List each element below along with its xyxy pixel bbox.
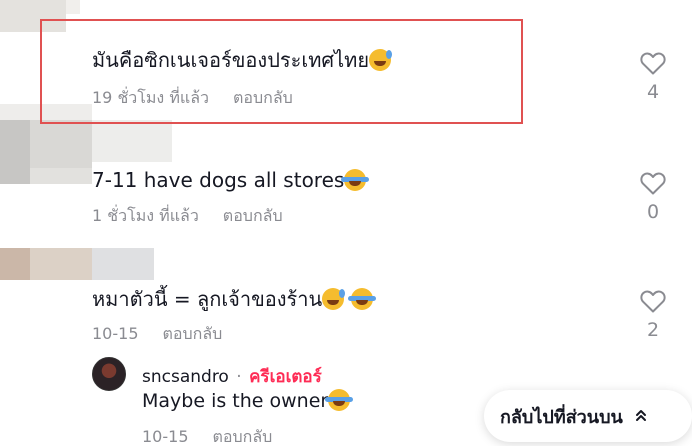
reply-button[interactable]: ตอบกลับ: [223, 206, 283, 225]
comment-meta: 19 ชั่วโมง ที่แล้ว ตอบกลับ: [92, 86, 293, 111]
avatar-fragment: [92, 120, 172, 162]
reply-button[interactable]: ตอบกลับ: [233, 88, 293, 107]
comment-text: 7-11 have dogs all stores: [92, 167, 370, 193]
tears-of-joy-emoji-icon: [325, 389, 354, 411]
creator-avatar[interactable]: [92, 357, 126, 391]
comment-timestamp: 10-15: [92, 324, 139, 343]
avatar-fragment: [66, 0, 80, 14]
reply-meta: 10-15 ตอบกลับ: [142, 425, 272, 446]
comment-text-body: มันคือซิกเนเจอร์ของประเทศไทย: [92, 48, 370, 72]
heart-outline-icon: [640, 172, 666, 195]
reply-text-body: Maybe is the owner: [142, 390, 329, 412]
reply-button[interactable]: ตอบกลับ: [163, 324, 223, 343]
comment-meta: 1 ชั่วโมง ที่แล้ว ตอบกลับ: [92, 204, 283, 229]
avatar[interactable]: [0, 248, 30, 280]
avatar-fragment: [30, 120, 92, 168]
reply-author-line: sncsandro · ครีเอเตอร์: [142, 363, 322, 390]
reply-timestamp: 10-15: [142, 427, 189, 446]
heart-outline-icon: [640, 52, 666, 75]
reply-author-name[interactable]: sncsandro: [142, 367, 229, 387]
comment-text-body: หมาตัวนี้ = ลูกเจ้าของร้าน: [92, 287, 323, 311]
avatar-fragment: [30, 168, 92, 184]
like-button[interactable]: 0: [633, 172, 673, 223]
like-count: 0: [646, 201, 660, 223]
like-button[interactable]: 4: [633, 52, 673, 103]
like-button[interactable]: 2: [633, 290, 673, 341]
like-count: 2: [646, 319, 660, 341]
creator-badge: ครีเอเตอร์: [249, 367, 322, 387]
comment-timestamp: 19 ชั่วโมง ที่แล้ว: [92, 88, 209, 107]
back-to-top-button[interactable]: กลับไปที่ส่วนบน: [484, 390, 692, 442]
comment-meta: 10-15 ตอบกลับ: [92, 322, 222, 347]
comment-text-body: 7-11 have dogs all stores: [92, 168, 345, 192]
separator-dot: ·: [236, 367, 242, 387]
avatar-fragment: [30, 248, 92, 280]
heart-outline-icon: [640, 290, 666, 313]
like-count: 4: [646, 81, 660, 103]
back-to-top-label: กลับไปที่ส่วนบน: [500, 406, 623, 428]
avatar-fragment: [92, 248, 154, 280]
grin-sweat-emoji-icon: [322, 288, 346, 310]
avatar[interactable]: [0, 120, 30, 184]
reply-text: Maybe is the owner: [142, 388, 354, 414]
tears-of-joy-emoji-icon: [347, 288, 376, 310]
comment-text: มันคือซิกเนเจอร์ของประเทศไทย: [92, 47, 393, 73]
comment-timestamp: 1 ชั่วโมง ที่แล้ว: [92, 206, 199, 225]
comment-text: หมาตัวนี้ = ลูกเจ้าของร้าน: [92, 286, 376, 312]
double-chevron-up-icon: [635, 407, 647, 426]
grin-sweat-emoji-icon: [369, 49, 393, 71]
rolling-laugh-emoji-icon: [341, 169, 370, 191]
reply-button[interactable]: ตอบกลับ: [213, 427, 273, 446]
